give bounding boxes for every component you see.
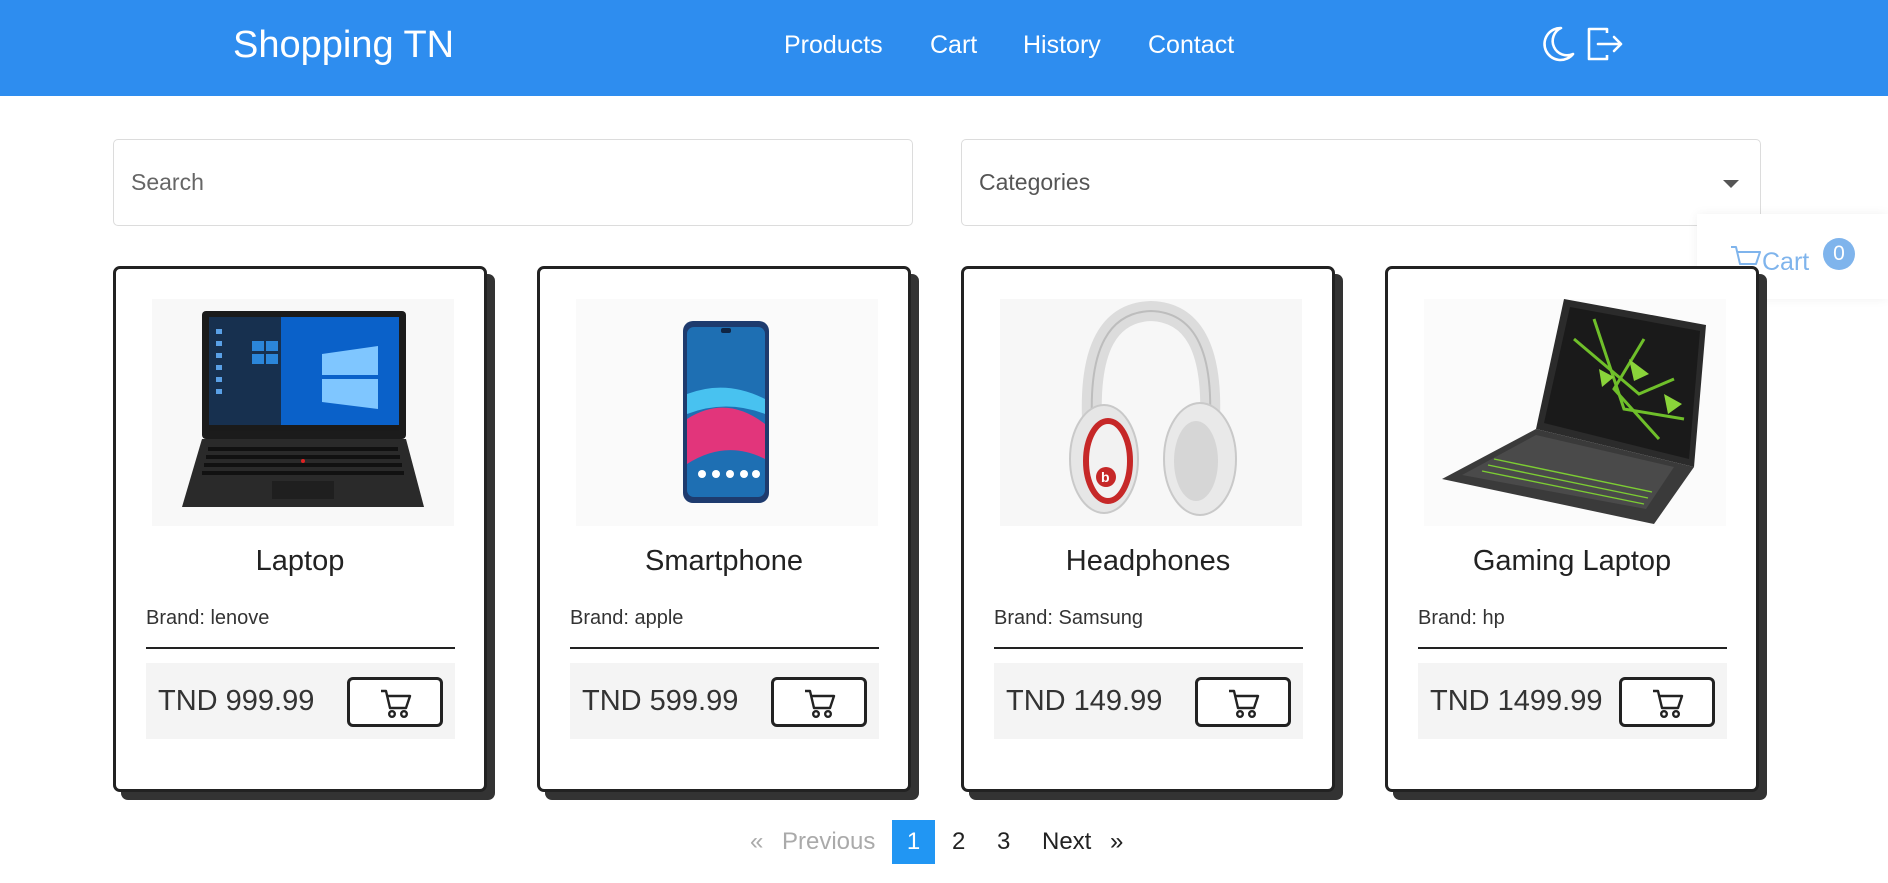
- cart-icon: [381, 689, 412, 719]
- top-navbar: Shopping TN Products Cart History Contac…: [0, 0, 1888, 96]
- product-brand: Brand: lenove: [146, 607, 270, 629]
- product-price: TND 599.99: [582, 685, 739, 717]
- logout-icon[interactable]: [1585, 24, 1625, 64]
- pagination-next-arrow[interactable]: »: [1110, 820, 1123, 864]
- divider: [146, 647, 455, 649]
- product-name: Headphones: [1065, 545, 1231, 577]
- gaming-laptop-image[interactable]: [1424, 299, 1726, 526]
- headphones-image[interactable]: b: [1000, 299, 1302, 526]
- pagination-page-1[interactable]: 1: [892, 820, 935, 864]
- product-brand: Brand: apple: [570, 607, 684, 629]
- product-brand: Brand: Samsung: [994, 607, 1143, 629]
- product-footer: TND 999.99: [146, 663, 455, 739]
- product-card: Smartphone Brand: apple TND 599.99: [537, 266, 911, 792]
- svg-text:b: b: [1101, 469, 1110, 485]
- product-price: TND 999.99: [158, 685, 315, 717]
- add-to-cart-button[interactable]: [1619, 677, 1715, 727]
- nav-history[interactable]: History: [1023, 28, 1101, 62]
- add-to-cart-button[interactable]: [347, 677, 443, 727]
- cart-icon: [1653, 689, 1684, 719]
- product-footer: TND 1499.99: [1418, 663, 1727, 739]
- pagination-prev-arrow: «: [750, 828, 764, 855]
- product-name: Laptop: [255, 545, 345, 577]
- product-price: TND 1499.99: [1430, 685, 1603, 717]
- product-card: Laptop Brand: lenove TND 999.99: [113, 266, 487, 792]
- divider: [994, 647, 1303, 649]
- divider: [570, 647, 879, 649]
- pagination-previous: Previous: [782, 828, 876, 855]
- product-footer: TND 149.99: [994, 663, 1303, 739]
- search-box: [113, 139, 913, 226]
- moon-icon[interactable]: [1537, 24, 1577, 64]
- product-card: b Headphones Brand: Samsung TND 149.99: [961, 266, 1335, 792]
- divider: [1418, 647, 1727, 649]
- cart-count-badge: 0: [1823, 238, 1855, 270]
- cart-icon: [1229, 689, 1260, 719]
- product-footer: TND 599.99: [570, 663, 879, 739]
- product-name: Smartphone: [645, 545, 803, 577]
- smartphone-image[interactable]: [576, 299, 878, 526]
- product-card: Gaming Laptop Brand: hp TND 1499.99: [1385, 266, 1759, 792]
- pagination-page-2[interactable]: 2: [952, 820, 965, 864]
- search-input[interactable]: [131, 140, 891, 225]
- product-brand: Brand: hp: [1418, 607, 1505, 629]
- add-to-cart-button[interactable]: [1195, 677, 1291, 727]
- categories-select-value: Categories: [979, 169, 1091, 195]
- nav-products[interactable]: Products: [784, 28, 883, 62]
- pagination-next[interactable]: Next: [1042, 820, 1091, 864]
- chevron-down-icon: [1723, 180, 1739, 188]
- cart-icon: [805, 689, 836, 719]
- product-name: Gaming Laptop: [1472, 545, 1672, 577]
- pagination: « Previous 1 2 3 Next »: [0, 820, 1888, 864]
- product-price: TND 149.99: [1006, 685, 1163, 717]
- floating-cart-label: Cart: [1762, 248, 1810, 276]
- site-brand[interactable]: Shopping TN: [233, 22, 454, 68]
- nav-contact[interactable]: Contact: [1148, 28, 1234, 62]
- pagination-page-3[interactable]: 3: [997, 820, 1010, 864]
- laptop-image[interactable]: [152, 299, 454, 526]
- categories-select[interactable]: Categories: [961, 139, 1761, 226]
- nav-cart[interactable]: Cart: [930, 28, 977, 62]
- add-to-cart-button[interactable]: [771, 677, 867, 727]
